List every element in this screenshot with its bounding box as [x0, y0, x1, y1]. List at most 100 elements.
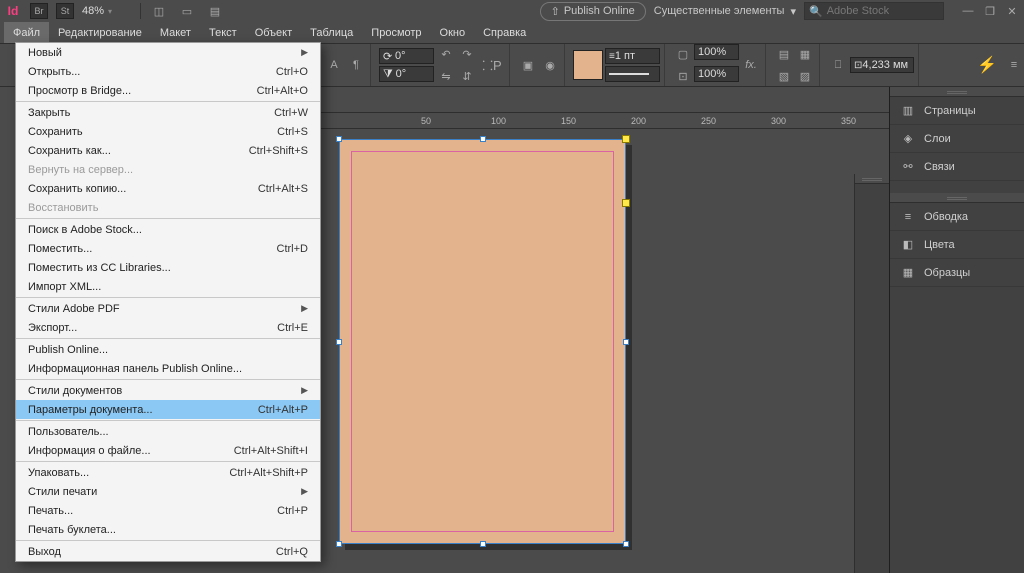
menu-item-информация-о-файле-[interactable]: Информация о файле...Ctrl+Alt+Shift+I — [16, 441, 320, 460]
menu-window[interactable]: Окно — [431, 22, 475, 43]
panel-menu-icon[interactable]: ≡ — [1004, 55, 1024, 75]
menu-item-закрыть[interactable]: ЗакрытьCtrl+W — [16, 103, 320, 122]
flip-v-icon[interactable]: ⇵ — [457, 66, 477, 86]
menu-type[interactable]: Текст — [200, 22, 246, 43]
panel-stroke[interactable]: ≡ Обводка — [890, 203, 1024, 231]
publish-online-button[interactable]: ⇧ Publish Online — [540, 2, 646, 21]
menu-item-новый[interactable]: Новый▶ — [16, 43, 320, 62]
select-content-icon[interactable]: ◉ — [540, 55, 560, 75]
resize-handle[interactable] — [623, 541, 629, 547]
menu-help[interactable]: Справка — [474, 22, 535, 43]
resize-handle[interactable] — [480, 541, 486, 547]
menu-item-сохранить-копию-[interactable]: Сохранить копию...Ctrl+Alt+S — [16, 179, 320, 198]
resize-handle[interactable] — [623, 339, 629, 345]
panel-pages[interactable]: ▥ Страницы — [890, 97, 1024, 125]
stroke-weight-field[interactable]: ≡ 1 пт — [605, 48, 660, 64]
menu-item-параметры-документа-[interactable]: Параметры документа...Ctrl+Alt+P — [16, 400, 320, 419]
flip-h-icon[interactable]: ⇋ — [436, 66, 456, 86]
menu-item-стили-adobe-pdf[interactable]: Стили Adobe PDF▶ — [16, 299, 320, 318]
menu-item-информационная-панель-publish-online-[interactable]: Информационная панель Publish Online... — [16, 359, 320, 378]
effects-icon[interactable]: fx. — [741, 55, 761, 75]
bridge-icon[interactable]: Br — [30, 3, 48, 19]
wrap-none-icon[interactable]: ▤ — [774, 44, 794, 64]
resize-handle[interactable] — [336, 339, 342, 345]
collapsed-panel-dock[interactable] — [854, 174, 889, 573]
zoom-level-dropdown[interactable]: 48% ▾ — [82, 3, 132, 19]
menu-item-поместить-из-cc-libraries-[interactable]: Поместить из CC Libraries... — [16, 258, 320, 277]
window-restore-icon[interactable]: ❐ — [982, 3, 998, 19]
char-format-icon[interactable]: A — [324, 55, 344, 75]
shear-field[interactable]: ⧩ 0° — [379, 66, 434, 82]
resize-handle[interactable] — [336, 136, 342, 142]
fit-frame-icon[interactable]: ⊡ — [673, 66, 693, 86]
para-format-icon[interactable]: ¶ — [346, 55, 366, 75]
menu-item-просмотр-в-bridge-[interactable]: Просмотр в Bridge...Ctrl+Alt+O — [16, 81, 320, 100]
menu-object[interactable]: Объект — [246, 22, 301, 43]
panel-grip-icon[interactable] — [862, 178, 882, 181]
menu-item-сохранить[interactable]: СохранитьCtrl+S — [16, 122, 320, 141]
wrap-jump-icon[interactable]: ▨ — [795, 66, 815, 86]
menu-edit[interactable]: Редактирование — [49, 22, 151, 43]
text-port-in[interactable] — [622, 135, 630, 143]
panel-color[interactable]: ◧ Цвета — [890, 231, 1024, 259]
corner-options-icon[interactable]: ⎕ — [828, 55, 848, 75]
menu-file[interactable]: Файл — [4, 22, 49, 43]
wrap-bb-icon[interactable]: ▦ — [795, 44, 815, 64]
text-port-out[interactable] — [622, 199, 630, 207]
stock-icon[interactable]: St — [56, 3, 74, 19]
view-options-icon[interactable]: ◫ — [149, 1, 169, 21]
menu-item-пользователь-[interactable]: Пользователь... — [16, 422, 320, 441]
corner-radius-field[interactable]: ⊡ 4,233 мм — [850, 57, 914, 73]
rotation-field[interactable]: ⟳ 0° — [379, 48, 434, 64]
screen-mode-icon[interactable]: ▭ — [177, 1, 197, 21]
page-object[interactable] — [339, 139, 626, 544]
reference-point-icon[interactable]: ⸬P — [479, 55, 505, 75]
stroke-style-field[interactable] — [605, 66, 660, 82]
auto-fit-icon[interactable]: ▢ — [673, 44, 693, 64]
quick-apply-icon[interactable]: ⚡ — [974, 47, 1000, 83]
zoom-value: 48% — [82, 5, 104, 17]
menu-item-publish-online-[interactable]: Publish Online... — [16, 340, 320, 359]
menu-item-shortcut: Ctrl+E — [277, 322, 308, 334]
fill-swatch[interactable] — [573, 50, 603, 80]
rotate-ccw-icon[interactable]: ↶ — [436, 44, 456, 64]
adobe-stock-search[interactable]: 🔍 Adobe Stock — [804, 2, 944, 20]
window-close-icon[interactable]: ✕ — [1004, 3, 1020, 19]
menu-table[interactable]: Таблица — [301, 22, 362, 43]
scale-field[interactable]: 100% — [694, 44, 739, 60]
menu-item-открыть-[interactable]: Открыть...Ctrl+O — [16, 62, 320, 81]
select-container-icon[interactable]: ▣ — [518, 55, 538, 75]
workspace-switcher[interactable]: Существенные элементы ▾ — [654, 5, 796, 18]
menu-item-печать-[interactable]: Печать...Ctrl+P — [16, 501, 320, 520]
window-minimize-icon[interactable]: — — [960, 3, 976, 19]
resize-handle[interactable] — [336, 541, 342, 547]
menu-item-поиск-в-adobe-stock-[interactable]: Поиск в Adobe Stock... — [16, 220, 320, 239]
menu-item-печать-буклета-[interactable]: Печать буклета... — [16, 520, 320, 539]
panel-swatches[interactable]: ▦ Образцы — [890, 259, 1024, 287]
menu-item-экспорт-[interactable]: Экспорт...Ctrl+E — [16, 318, 320, 337]
menu-item-стили-документов[interactable]: Стили документов▶ — [16, 381, 320, 400]
rotate-cw-icon[interactable]: ↷ — [457, 44, 477, 64]
menu-item-импорт-xml-[interactable]: Импорт XML... — [16, 277, 320, 296]
menu-item-упаковать-[interactable]: Упаковать...Ctrl+Alt+Shift+P — [16, 463, 320, 482]
arrange-docs-icon[interactable]: ▤ — [205, 1, 225, 21]
ruler-tick: 50 — [421, 116, 431, 126]
menu-view[interactable]: Просмотр — [362, 22, 430, 43]
menu-item-стили-печати[interactable]: Стили печати▶ — [16, 482, 320, 501]
menu-item-shortcut: Ctrl+O — [276, 66, 308, 78]
menu-item-поместить-[interactable]: Поместить...Ctrl+D — [16, 239, 320, 258]
menu-item-сохранить-как-[interactable]: Сохранить как...Ctrl+Shift+S — [16, 141, 320, 160]
workspace-label: Существенные элементы — [654, 5, 785, 17]
panel-grip-icon[interactable] — [947, 91, 967, 94]
panel-links[interactable]: ⚯ Связи — [890, 153, 1024, 181]
menu-item-label: Информационная панель Publish Online... — [28, 363, 242, 375]
menu-layout[interactable]: Макет — [151, 22, 200, 43]
resize-handle[interactable] — [480, 136, 486, 142]
layers-icon: ◈ — [900, 131, 916, 147]
panel-layers[interactable]: ◈ Слои — [890, 125, 1024, 153]
wrap-shape-icon[interactable]: ▧ — [774, 66, 794, 86]
menu-item-label: Стили Adobe PDF — [28, 303, 120, 315]
scale-field-2[interactable]: 100% — [694, 66, 739, 82]
menu-item-выход[interactable]: ВыходCtrl+Q — [16, 542, 320, 561]
panel-grip-icon[interactable] — [947, 197, 967, 200]
